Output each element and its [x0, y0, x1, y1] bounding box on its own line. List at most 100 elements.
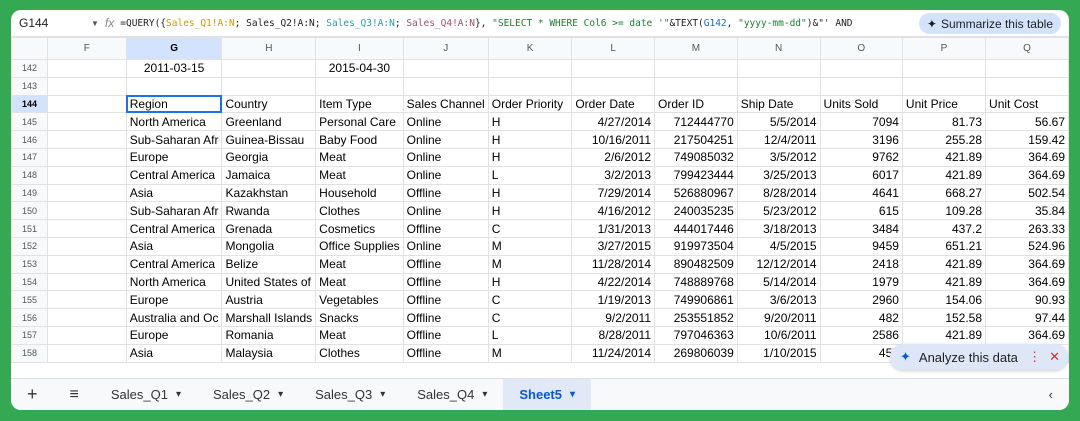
cell-O150[interactable]: 615	[819, 201, 903, 221]
cell-I147[interactable]: Meat	[315, 147, 404, 167]
cell-G152[interactable]: Asia	[125, 236, 223, 256]
cell-H153[interactable]: Belize	[221, 254, 317, 274]
cell-H148[interactable]: Jamaica	[221, 165, 317, 185]
cell-M154[interactable]: 748889768	[654, 272, 738, 292]
name-box[interactable]: G144	[11, 16, 91, 30]
cell-L154[interactable]: 4/22/2014	[571, 272, 656, 292]
cell-H155[interactable]: Austria	[221, 290, 317, 310]
cell-Q149[interactable]: 502.54	[985, 183, 1069, 203]
column-header-M[interactable]: M	[654, 37, 738, 60]
cell-O146[interactable]: 3196	[819, 130, 903, 149]
cell-O155[interactable]: 2960	[819, 290, 903, 310]
column-header-L[interactable]: L	[571, 37, 656, 60]
cell-K146[interactable]: H	[487, 130, 573, 149]
cell-grid[interactable]: F G H I J K L M N O P Q 142 2011-03-15 2015-04-30 143 14…	[11, 37, 1069, 363]
summarize-table-button[interactable]: ✦ Summarize this table	[918, 13, 1061, 34]
cell-K151[interactable]: C	[487, 219, 573, 238]
row-header[interactable]: 145	[11, 112, 48, 132]
cell-J149[interactable]: Offline	[402, 183, 489, 203]
cell-K156[interactable]: C	[487, 308, 573, 327]
cell-J151[interactable]: Offline	[402, 219, 489, 238]
cell-H150[interactable]: Rwanda	[221, 201, 317, 221]
cell-I154[interactable]: Meat	[315, 272, 404, 292]
cell-M151[interactable]: 444017446	[654, 219, 738, 238]
cell-Q154[interactable]: 364.69	[985, 272, 1069, 292]
cell-J157[interactable]: Offline	[402, 325, 489, 345]
cell-K145[interactable]: H	[487, 112, 573, 132]
cell-P145[interactable]: 81.73	[901, 112, 987, 132]
cell-F150[interactable]	[46, 201, 127, 221]
cell-O148[interactable]: 6017	[819, 165, 903, 185]
cell-J145[interactable]: Online	[402, 112, 489, 132]
cell-J155[interactable]: Offline	[402, 290, 489, 310]
cell-F152[interactable]	[46, 236, 127, 256]
cell-K147[interactable]: H	[487, 147, 573, 167]
cell-F145[interactable]	[46, 112, 127, 132]
cell-K143[interactable]	[487, 76, 573, 96]
cell-Q156[interactable]: 97.44	[985, 308, 1069, 327]
cell-I155[interactable]: Vegetables	[315, 290, 404, 310]
cell-O151[interactable]: 3484	[819, 219, 903, 238]
row-header[interactable]: 143	[11, 76, 48, 96]
cell-N144[interactable]: Ship Date	[736, 94, 821, 114]
cell-F144[interactable]	[46, 94, 127, 114]
cell-M143[interactable]	[654, 76, 738, 96]
cell-O145[interactable]: 7094	[819, 112, 903, 132]
cell-F148[interactable]	[46, 165, 127, 185]
cell-M149[interactable]: 526880967	[654, 183, 738, 203]
cell-F157[interactable]	[46, 325, 127, 345]
cell-P148[interactable]: 421.89	[901, 165, 987, 185]
cell-I157[interactable]: Meat	[315, 325, 404, 345]
cell-H152[interactable]: Mongolia	[221, 236, 317, 256]
column-header-O[interactable]: O	[819, 37, 903, 60]
cell-Q147[interactable]: 364.69	[985, 147, 1069, 167]
row-header[interactable]: 150	[11, 201, 48, 221]
more-options-icon[interactable]: ⋮	[1028, 349, 1041, 365]
cell-Q142[interactable]	[985, 59, 1069, 78]
cell-O144[interactable]: Units Sold	[819, 94, 903, 114]
cell-M142[interactable]	[654, 59, 738, 78]
cell-G153[interactable]: Central America	[125, 254, 223, 274]
sheet-tab-sales_q4[interactable]: Sales_Q4 ▾	[401, 379, 503, 410]
cell-N150[interactable]: 5/23/2012	[736, 201, 821, 221]
name-box-dropdown-icon[interactable]: ▼	[91, 19, 99, 28]
cell-I152[interactable]: Office Supplies	[315, 236, 404, 256]
cell-I156[interactable]: Snacks	[315, 308, 404, 327]
cell-M153[interactable]: 890482509	[654, 254, 738, 274]
cell-L153[interactable]: 11/28/2014	[571, 254, 656, 274]
cell-G148[interactable]: Central America	[125, 165, 223, 185]
cell-K149[interactable]: H	[487, 183, 573, 203]
cell-O143[interactable]	[819, 76, 903, 96]
row-header[interactable]: 147	[11, 147, 48, 167]
cell-F151[interactable]	[46, 219, 127, 238]
cell-P149[interactable]: 668.27	[901, 183, 987, 203]
cell-G145[interactable]: North America	[125, 112, 223, 132]
cell-F156[interactable]	[46, 308, 127, 327]
cell-N152[interactable]: 4/5/2015	[736, 236, 821, 256]
tab-dropdown-icon[interactable]: ▾	[482, 389, 487, 400]
cell-P155[interactable]: 154.06	[901, 290, 987, 310]
cell-I143[interactable]	[315, 76, 404, 96]
tab-dropdown-icon[interactable]: ▾	[278, 389, 283, 400]
cell-N155[interactable]: 3/6/2013	[736, 290, 821, 310]
cell-L151[interactable]: 1/31/2013	[571, 219, 656, 238]
cell-F143[interactable]	[46, 76, 127, 96]
cell-K144[interactable]: Order Priority	[487, 94, 573, 114]
cell-H143[interactable]	[221, 76, 317, 96]
cell-P144[interactable]: Unit Price	[901, 94, 987, 114]
row-header[interactable]: 142	[11, 59, 48, 78]
cell-K155[interactable]: C	[487, 290, 573, 310]
cell-G156[interactable]: Australia and Oc	[125, 308, 223, 327]
cell-N149[interactable]: 8/28/2014	[736, 183, 821, 203]
cell-F153[interactable]	[46, 254, 127, 274]
cell-O152[interactable]: 9459	[819, 236, 903, 256]
cell-P143[interactable]	[901, 76, 987, 96]
cell-K158[interactable]: M	[487, 343, 573, 363]
cell-K148[interactable]: L	[487, 165, 573, 185]
cell-O154[interactable]: 1979	[819, 272, 903, 292]
cell-M156[interactable]: 253551852	[654, 308, 738, 327]
close-icon[interactable]: ✕	[1049, 349, 1060, 365]
cell-F149[interactable]	[46, 183, 127, 203]
cell-N148[interactable]: 3/25/2013	[736, 165, 821, 185]
cell-F158[interactable]	[46, 343, 127, 363]
